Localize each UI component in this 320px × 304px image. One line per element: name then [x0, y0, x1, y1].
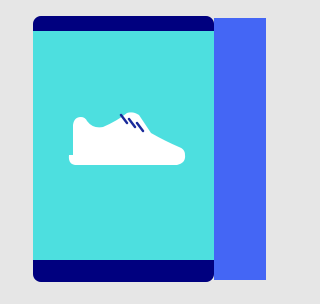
card-footer: [33, 260, 214, 282]
product-card[interactable]: [33, 16, 214, 282]
card-header: [33, 16, 214, 31]
canvas: [0, 0, 266, 304]
sneaker-sole: [68, 155, 186, 165]
sneaker-icon: [68, 112, 186, 165]
accent-panel: [214, 18, 266, 280]
